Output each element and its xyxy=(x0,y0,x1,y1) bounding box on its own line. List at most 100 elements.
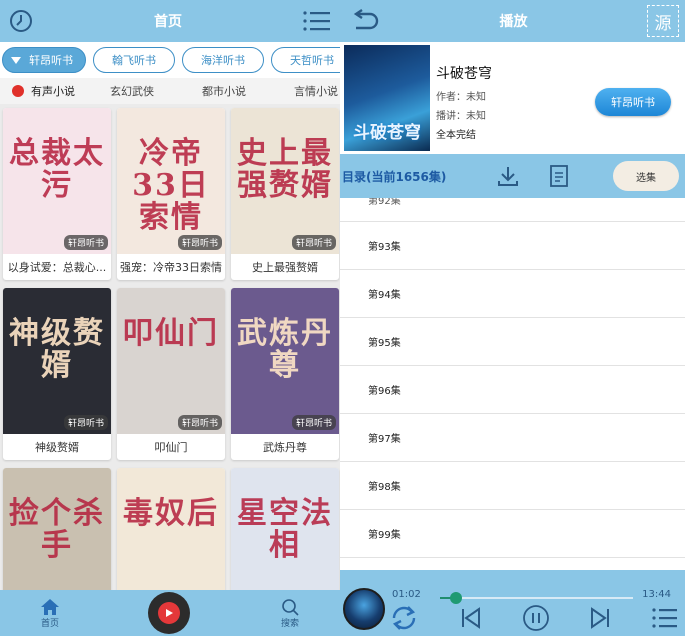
progress-knob[interactable] xyxy=(450,592,462,604)
book-cover-title: 捡个杀手 xyxy=(9,496,105,563)
book-cover: 斗破苍穹 xyxy=(344,45,430,151)
book-cover: 星空法相 xyxy=(231,468,339,590)
source-pill[interactable]: 翰飞听书 xyxy=(93,47,175,73)
book-cover: 叩仙门轩昂听书 xyxy=(117,288,225,434)
book-card[interactable]: 毒奴后 xyxy=(117,468,225,590)
source-tag: 轩昂听书 xyxy=(291,415,336,430)
episode-item[interactable]: 第92集 xyxy=(340,198,685,222)
book-cover: 总裁太污轩昂听书 xyxy=(3,108,111,254)
pause-icon[interactable] xyxy=(522,604,550,632)
episode-item[interactable]: 第96集 xyxy=(340,366,685,414)
book-source-button[interactable]: 轩昂听书 xyxy=(595,88,671,116)
source-tag: 轩昂听书 xyxy=(177,415,222,430)
total-time: 13:44 xyxy=(642,589,671,600)
book-cover: 神级赘婿 轩昂听书 xyxy=(3,288,111,434)
book-card[interactable]: 叩仙门 轩昂听书 叩仙门 xyxy=(117,288,225,460)
book-cover-title: 总裁太污 xyxy=(9,136,105,203)
now-playing-cover[interactable] xyxy=(343,588,385,630)
book-cover-title: 武炼丹尊 xyxy=(237,316,333,383)
search-icon xyxy=(282,598,299,616)
page-title: 播放 xyxy=(499,14,528,30)
book-cover-title: 史上最强赘婿 xyxy=(237,136,333,203)
book-card[interactable]: 武炼丹尊 轩昂听书 武炼丹尊 xyxy=(231,288,339,460)
home-pane: 首页 轩昂听书 翰飞听书 海洋听书 天哲听书 有声小说 玄幻武侠 都市小说 言情… xyxy=(0,0,340,636)
book-cover-title: 神级赘婿 xyxy=(9,316,105,383)
now-playing-button[interactable] xyxy=(148,592,190,634)
book-card[interactable]: 星空法相 xyxy=(231,468,339,590)
book-title: 斗破苍穹 xyxy=(436,66,492,82)
book-cover: 毒奴后 xyxy=(117,468,225,590)
book-name: 以身试爱：总裁心... xyxy=(7,261,107,274)
elapsed-time: 01:02 xyxy=(392,589,421,600)
category-tabs: 有声小说 玄幻武侠 都市小说 言情小说 xyxy=(0,78,340,104)
nav-home[interactable]: 首页 xyxy=(40,598,60,629)
category-tab[interactable]: 玄幻武侠 xyxy=(100,83,192,99)
book-name: 史上最强赘婿 xyxy=(252,261,318,274)
book-name: 强宠：冷帝33日索情 xyxy=(120,261,222,274)
previous-icon[interactable] xyxy=(459,606,483,630)
episode-item[interactable]: 第99集 xyxy=(340,510,685,558)
book-name: 武炼丹尊 xyxy=(263,441,307,454)
source-pill[interactable]: 天哲听书 xyxy=(271,47,340,73)
clock-history-icon[interactable] xyxy=(8,8,34,34)
menu-list-icon[interactable] xyxy=(302,8,332,34)
directory-bar: 目录(当前1656集) 选集 xyxy=(340,154,685,198)
book-author: 作者：未知 xyxy=(436,92,486,103)
book-cover-title: 星空法相 xyxy=(237,496,333,563)
select-episode-button[interactable]: 选集 xyxy=(613,161,679,191)
book-cover-title: 毒奴后 xyxy=(123,496,219,531)
category-tab[interactable]: 都市小说 xyxy=(192,83,284,99)
loop-icon[interactable] xyxy=(388,604,420,632)
book-cover-title: 冷帝33日索情 xyxy=(132,136,210,235)
back-arrow-icon[interactable] xyxy=(350,9,380,33)
source-pill[interactable]: 海洋听书 xyxy=(182,47,264,73)
source-tag: 轩昂听书 xyxy=(177,235,222,250)
source-tag: 轩昂听书 xyxy=(291,235,336,250)
episode-list: 第92集 第93集 第94集 第95集 第96集 第97集 第98集 第99集 xyxy=(340,198,685,570)
active-dot-icon xyxy=(12,85,24,97)
player-bar: 01:02 13:44 xyxy=(340,570,685,636)
book-cover: 史上最强赘婿轩昂听书 xyxy=(231,108,339,254)
book-info: 斗破苍穹 斗破苍穹 作者：未知 播讲：未知 全本完结 轩昂听书 xyxy=(340,42,685,154)
source-pill-active[interactable]: 轩昂听书 xyxy=(2,47,86,73)
book-cover: 武炼丹尊轩昂听书 xyxy=(231,288,339,434)
episode-item[interactable]: 第97集 xyxy=(340,414,685,462)
book-status: 全本完结 xyxy=(436,130,476,141)
book-cover: 冷帝33日索情 轩昂听书 xyxy=(117,108,225,254)
play-record-icon xyxy=(158,602,180,624)
book-card[interactable]: 冷帝33日索情 轩昂听书强宠：冷帝33日索情 xyxy=(117,108,225,280)
player-pane: 播放 源 斗破苍穹 斗破苍穹 作者：未知 播讲：未知 全本完结 轩昂听书 目录(… xyxy=(340,0,685,636)
book-card[interactable]: 捡个杀手 xyxy=(3,468,111,590)
episode-item[interactable]: 第94集 xyxy=(340,270,685,318)
episode-item[interactable]: 第93集 xyxy=(340,222,685,270)
progress-track[interactable] xyxy=(440,597,633,599)
book-cover: 捡个杀手 xyxy=(3,468,111,590)
episode-item[interactable]: 第95集 xyxy=(340,318,685,366)
book-name: 叩仙门 xyxy=(154,441,188,454)
directory-label: 目录(当前1656集) xyxy=(342,169,447,184)
source-tag: 轩昂听书 xyxy=(63,235,108,250)
home-icon xyxy=(41,598,59,615)
home-header: 首页 xyxy=(0,0,340,42)
player-controls xyxy=(388,604,679,632)
nav-search[interactable]: 搜索 xyxy=(280,598,300,629)
book-name: 神级赘婿 xyxy=(35,441,79,454)
next-icon[interactable] xyxy=(588,606,612,630)
screen: 首页 轩昂听书 翰飞听书 海洋听书 天哲听书 有声小说 玄幻武侠 都市小说 言情… xyxy=(0,0,685,636)
player-header: 播放 源 xyxy=(340,0,685,42)
document-list-icon[interactable] xyxy=(548,164,570,188)
category-tab-active[interactable]: 有声小说 xyxy=(0,83,100,99)
category-tab[interactable]: 言情小说 xyxy=(284,83,340,99)
book-card[interactable]: 史上最强赘婿 轩昂听书 史上最强赘婿 xyxy=(231,108,339,280)
page-title: 首页 xyxy=(154,14,182,30)
book-meta: 斗破苍穹 作者：未知 播讲：未知 全本完结 xyxy=(436,45,492,145)
book-card[interactable]: 总裁太污轩昂听书以身试爱：总裁心... xyxy=(3,108,111,280)
download-icon[interactable] xyxy=(496,164,520,188)
source-switch-button[interactable]: 源 xyxy=(647,5,679,37)
book-cover-title: 叩仙门 xyxy=(123,316,219,351)
playlist-icon[interactable] xyxy=(651,606,679,630)
book-narrator: 播讲：未知 xyxy=(436,111,486,122)
book-grid: 总裁太污 轩昂听书 以身试爱：总裁心... 冷帝33日索情 轩昂听书 强宠：冷帝33日索情… xyxy=(0,104,340,590)
book-card[interactable]: 神级赘婿 轩昂听书 神级赘婿 xyxy=(3,288,111,460)
episode-item[interactable]: 第98集 xyxy=(340,462,685,510)
